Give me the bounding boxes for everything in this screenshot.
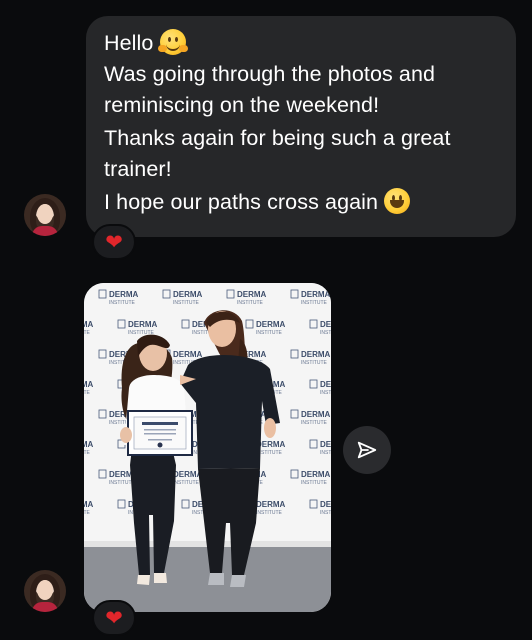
svg-text:INSTITUTE: INSTITUTE xyxy=(173,300,199,306)
heart-reaction[interactable]: ❤ xyxy=(92,600,136,636)
svg-text:DERMA: DERMA xyxy=(84,320,94,329)
svg-text:DERMA: DERMA xyxy=(320,500,331,509)
svg-text:INSTITUTE: INSTITUTE xyxy=(84,390,90,396)
svg-text:DERMA: DERMA xyxy=(320,440,331,449)
svg-text:DERMA: DERMA xyxy=(301,410,331,419)
svg-text:INSTITUTE: INSTITUTE xyxy=(237,300,263,306)
svg-text:DERMA: DERMA xyxy=(301,470,331,479)
share-button[interactable] xyxy=(343,426,391,474)
heart-icon: ❤ xyxy=(105,230,123,254)
svg-text:INSTITUTE: INSTITUTE xyxy=(320,390,331,396)
svg-text:DERMA: DERMA xyxy=(256,320,286,329)
svg-text:INSTITUTE: INSTITUTE xyxy=(173,480,199,486)
message-line: I hope our paths cross again xyxy=(104,187,498,218)
svg-text:INSTITUTE: INSTITUTE xyxy=(256,510,282,516)
photo-message[interactable]: DERMA INSTITUTE DERMA INSTITUTE DERMA INSTITU… xyxy=(84,283,331,612)
hugging-face-emoji-icon xyxy=(157,29,188,55)
message-line: Was going through the photos and reminis… xyxy=(104,62,436,117)
svg-text:DERMA: DERMA xyxy=(173,470,203,479)
svg-text:INSTITUTE: INSTITUTE xyxy=(301,420,327,426)
svg-text:INSTITUTE: INSTITUTE xyxy=(301,360,327,366)
svg-text:INSTITUTE: INSTITUTE xyxy=(320,510,331,516)
svg-text:DERMA: DERMA xyxy=(128,320,158,329)
svg-text:INSTITUTE: INSTITUTE xyxy=(301,480,327,486)
svg-text:DERMA: DERMA xyxy=(84,380,94,389)
svg-text:DERMA: DERMA xyxy=(173,350,203,359)
svg-text:INSTITUTE: INSTITUTE xyxy=(84,510,90,516)
svg-text:DERMA: DERMA xyxy=(84,500,94,509)
message-line: Hello xyxy=(104,28,498,59)
svg-text:INSTITUTE: INSTITUTE xyxy=(84,450,90,456)
sender-avatar[interactable] xyxy=(24,194,66,236)
svg-text:DERMA: DERMA xyxy=(301,350,331,359)
sender-avatar[interactable] xyxy=(24,570,66,612)
message-bubble[interactable]: Hello Was going through the photos and r… xyxy=(86,16,516,237)
photo-image: DERMAINSTITUTEDERMAINSTITUTEDERMAINSTITU… xyxy=(84,283,331,612)
heart-reaction[interactable]: ❤ xyxy=(92,224,136,260)
heart-icon: ❤ xyxy=(105,606,123,630)
message-line: Thanks again for being such a great trai… xyxy=(104,126,451,181)
svg-text:INSTITUTE: INSTITUTE xyxy=(109,300,135,306)
svg-text:INSTITUTE: INSTITUTE xyxy=(320,450,331,456)
svg-text:DERMA: DERMA xyxy=(320,320,331,329)
svg-text:DERMA: DERMA xyxy=(320,380,331,389)
smiling-face-emoji-icon xyxy=(384,188,411,214)
send-icon xyxy=(357,441,377,459)
svg-text:INSTITUTE: INSTITUTE xyxy=(320,330,331,336)
svg-text:INSTITUTE: INSTITUTE xyxy=(256,330,282,336)
svg-text:DERMA: DERMA xyxy=(173,290,203,299)
svg-text:DERMA: DERMA xyxy=(301,290,331,299)
svg-text:INSTITUTE: INSTITUTE xyxy=(84,330,90,336)
svg-text:DERMA: DERMA xyxy=(256,500,286,509)
svg-text:DERMA: DERMA xyxy=(237,290,267,299)
svg-text:DERMA: DERMA xyxy=(109,290,139,299)
svg-text:DERMA: DERMA xyxy=(84,440,94,449)
svg-text:INSTITUTE: INSTITUTE xyxy=(301,300,327,306)
